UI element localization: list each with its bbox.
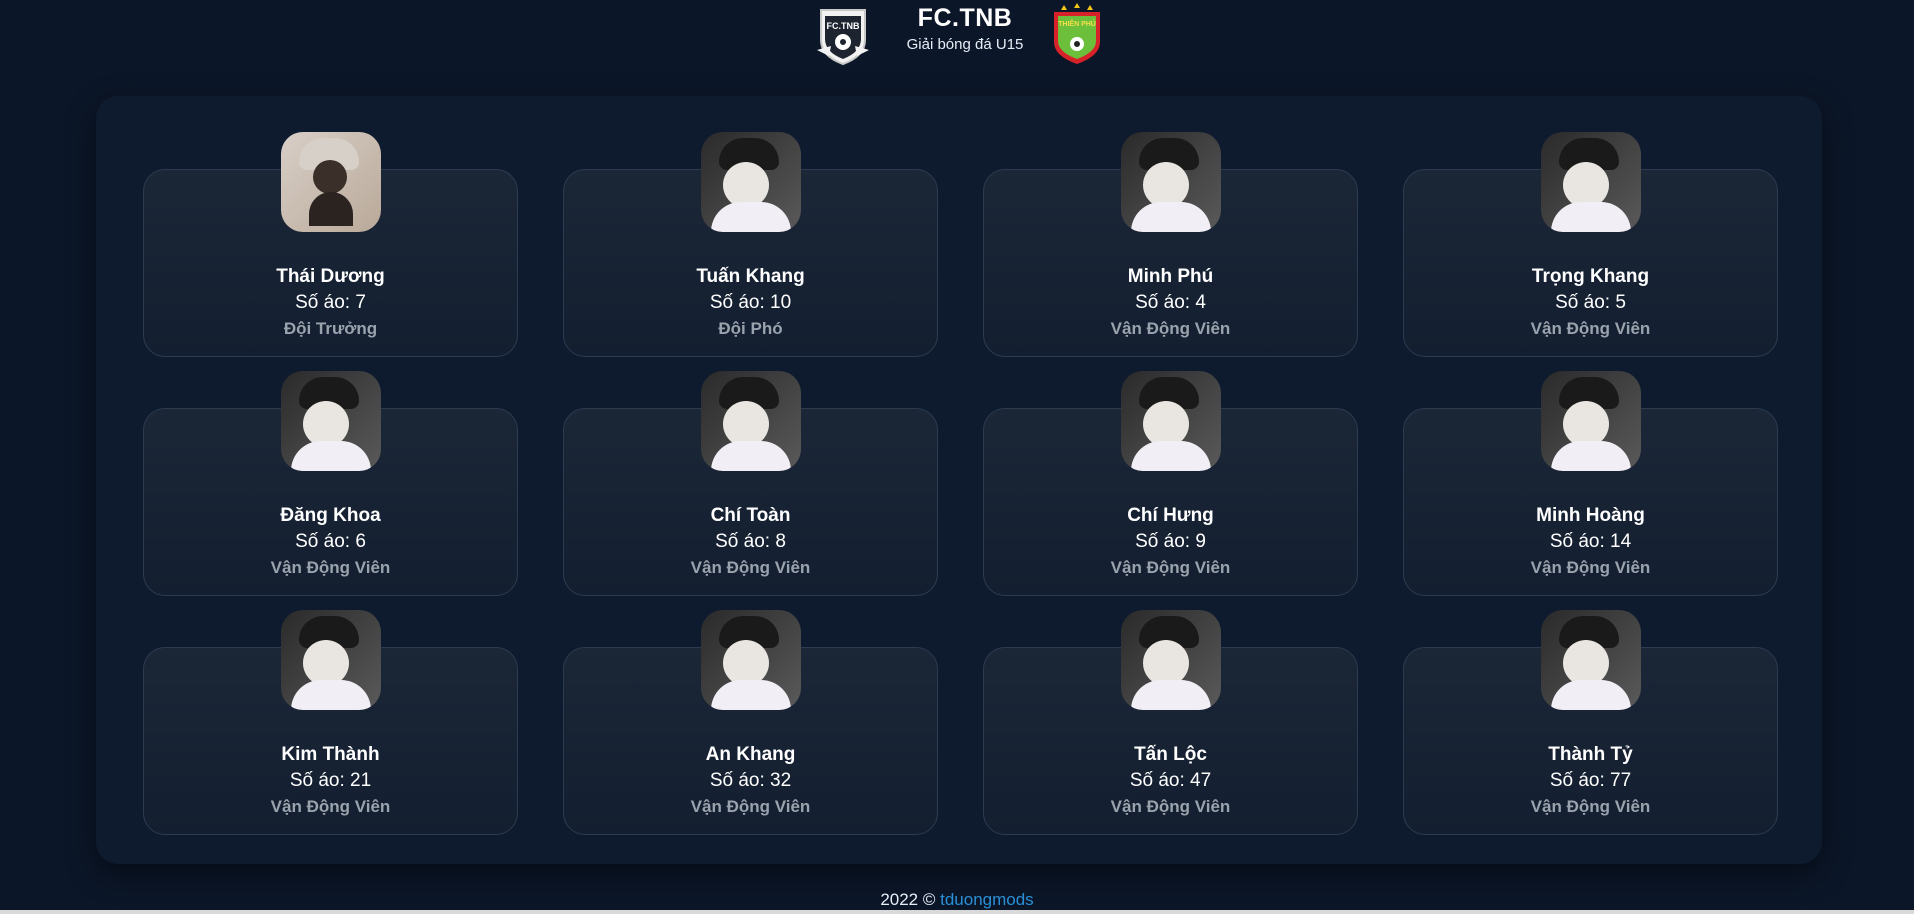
player-card[interactable]: Trọng Khang Số áo: 5 Vận Động Viên	[1403, 132, 1778, 371]
footer-copyright: 2022 ©	[880, 890, 941, 909]
player-avatar[interactable]	[1541, 132, 1641, 232]
player-name: Trọng Khang	[1531, 266, 1650, 287]
player-avatar[interactable]	[701, 371, 801, 471]
player-name: Thành Tỷ	[1548, 744, 1633, 765]
player-role: Vận Động Viên	[1530, 558, 1651, 577]
player-role: Vận Động Viên	[1530, 319, 1651, 338]
player-role: Đội Phó	[718, 319, 783, 338]
bottom-divider	[0, 910, 1914, 914]
club-shield-logo[interactable]: FC.TNB	[815, 6, 871, 66]
player-card[interactable]: Kim Thành Số áo: 21 Vận Động Viên	[143, 610, 518, 849]
player-card[interactable]: Đăng Khoa Số áo: 6 Vận Động Viên	[143, 371, 518, 610]
player-number: Số áo: 77	[1549, 770, 1632, 791]
player-name: Đăng Khoa	[280, 505, 381, 526]
player-grid: Thái Dương Số áo: 7 Đội Trưởng Tuấn Khan…	[143, 132, 1778, 849]
player-name: Tuấn Khang	[696, 266, 805, 287]
player-avatar[interactable]	[1541, 610, 1641, 710]
player-role: Vận Động Viên	[270, 797, 391, 816]
brand-title: FC.TNB	[917, 4, 1013, 32]
player-name: Minh Hoàng	[1536, 505, 1645, 526]
footer: 2022 © tduongmods	[0, 890, 1914, 910]
player-card[interactable]: Minh Phú Số áo: 4 Vận Động Viên	[983, 132, 1358, 371]
player-card[interactable]: Minh Hoàng Số áo: 14 Vận Động Viên	[1403, 371, 1778, 610]
player-role: Vận Động Viên	[1530, 797, 1651, 816]
player-avatar[interactable]	[281, 371, 381, 471]
player-number: Số áo: 47	[1129, 770, 1212, 791]
player-role: Vận Động Viên	[1110, 319, 1231, 338]
player-number: Số áo: 5	[1555, 292, 1626, 313]
player-name: Tấn Lộc	[1134, 744, 1207, 765]
player-name: Chí Hưng	[1127, 505, 1214, 526]
player-avatar[interactable]	[1121, 610, 1221, 710]
player-name: Chí Toàn	[710, 505, 791, 526]
player-avatar[interactable]	[1121, 371, 1221, 471]
player-avatar[interactable]	[1121, 132, 1221, 232]
player-card[interactable]: Tấn Lộc Số áo: 47 Vận Động Viên	[983, 610, 1358, 849]
player-avatar[interactable]	[701, 610, 801, 710]
player-name: Kim Thành	[281, 744, 380, 765]
player-name: Thái Dương	[276, 266, 385, 287]
player-avatar[interactable]	[701, 132, 801, 232]
player-number: Số áo: 6	[295, 531, 366, 552]
player-role: Vận Động Viên	[1110, 558, 1231, 577]
player-number: Số áo: 14	[1549, 531, 1632, 552]
player-avatar[interactable]	[1541, 371, 1641, 471]
header: FC.TNB FC.TNB Giải bóng đá U15 THIÊN PHÚ	[0, 0, 1914, 70]
tournament-logo-text: THIÊN PHÚ	[1058, 19, 1096, 28]
club-logo-text: FC.TNB	[827, 21, 860, 31]
player-role: Vận Động Viên	[690, 558, 811, 577]
player-avatar[interactable]	[281, 132, 381, 232]
player-role: Vận Động Viên	[270, 558, 391, 577]
player-number: Số áo: 7	[295, 292, 366, 313]
player-card[interactable]: Thái Dương Số áo: 7 Đội Trưởng	[143, 132, 518, 371]
player-name: Minh Phú	[1127, 266, 1214, 287]
player-number: Số áo: 9	[1135, 531, 1206, 552]
player-number: Số áo: 21	[289, 770, 372, 791]
player-role: Đội Trưởng	[283, 319, 378, 338]
player-number: Số áo: 4	[1135, 292, 1206, 313]
player-number: Số áo: 10	[709, 292, 792, 313]
author-link[interactable]: tduongmods	[940, 890, 1034, 909]
player-number: Số áo: 32	[709, 770, 792, 791]
player-card[interactable]: Tuấn Khang Số áo: 10 Đội Phó	[563, 132, 938, 371]
player-role: Vận Động Viên	[1110, 797, 1231, 816]
player-card[interactable]: Chí Hưng Số áo: 9 Vận Động Viên	[983, 371, 1358, 610]
player-card[interactable]: Thành Tỷ Số áo: 77 Vận Động Viên	[1403, 610, 1778, 849]
player-avatar[interactable]	[281, 610, 381, 710]
player-number: Số áo: 8	[715, 531, 786, 552]
player-role: Vận Động Viên	[690, 797, 811, 816]
player-card[interactable]: Chí Toàn Số áo: 8 Vận Động Viên	[563, 371, 938, 610]
tournament-logo[interactable]: THIÊN PHÚ	[1050, 2, 1104, 66]
player-card[interactable]: An Khang Số áo: 32 Vận Động Viên	[563, 610, 938, 849]
player-name: An Khang	[705, 744, 796, 765]
brand-subtitle: Giải bóng đá U15	[906, 36, 1024, 53]
